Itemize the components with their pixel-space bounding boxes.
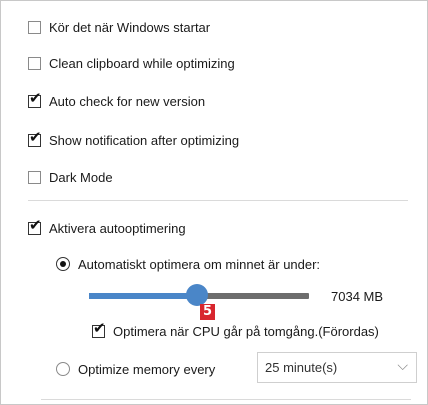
option-run-on-startup[interactable]: Kör det när Windows startar bbox=[28, 17, 210, 37]
auto-check-version-label: Auto check for new version bbox=[49, 93, 206, 109]
interval-radio[interactable] bbox=[56, 362, 70, 376]
clean-clipboard-checkbox[interactable] bbox=[28, 56, 41, 70]
slider-thumb[interactable] bbox=[186, 284, 208, 306]
auto-optimize-checkbox[interactable]: ✔ bbox=[28, 217, 42, 235]
checkmark-icon: ✔ bbox=[93, 318, 106, 337]
option-dark-mode[interactable]: Dark Mode bbox=[28, 167, 113, 187]
radio-dot-icon bbox=[60, 261, 66, 267]
cpu-idle-checkbox[interactable]: ✔ bbox=[92, 320, 106, 338]
checkmark-icon: ✔ bbox=[29, 88, 42, 107]
show-notification-checkbox[interactable]: ✔ bbox=[28, 129, 42, 147]
option-cpu-idle[interactable]: ✔ Optimera när CPU går på tomgång.(Föror… bbox=[92, 320, 379, 341]
run-on-startup-checkbox[interactable] bbox=[28, 20, 41, 34]
dark-mode-checkbox[interactable] bbox=[28, 170, 41, 184]
threshold-radio-label: Automatiskt optimera om minnet är under: bbox=[78, 256, 321, 272]
interval-select-value: 25 minute(s) bbox=[265, 360, 338, 375]
checkmark-icon: ✔ bbox=[29, 215, 42, 234]
option-clean-clipboard[interactable]: Clean clipboard while optimizing bbox=[28, 53, 235, 73]
cpu-idle-label: Optimera när CPU går på tomgång.(Förorda… bbox=[113, 323, 379, 339]
auto-check-version-checkbox[interactable]: ✔ bbox=[28, 90, 42, 108]
run-on-startup-label: Kör det när Windows startar bbox=[49, 19, 211, 35]
interval-select[interactable]: 25 minute(s) ⌵ bbox=[257, 352, 417, 383]
step-badge: 5 bbox=[200, 304, 215, 320]
option-auto-check-version[interactable]: ✔ Auto check for new version bbox=[28, 90, 206, 111]
clean-clipboard-label: Clean clipboard while optimizing bbox=[49, 55, 235, 71]
option-auto-optimize[interactable]: ✔ Aktivera autooptimering bbox=[28, 217, 186, 238]
option-show-notification[interactable]: ✔ Show notification after optimizing bbox=[28, 129, 240, 150]
interval-radio-label: Optimize memory every bbox=[78, 361, 216, 377]
show-notification-label: Show notification after optimizing bbox=[49, 132, 240, 148]
chevron-down-icon: ⌵ bbox=[397, 358, 408, 374]
memory-threshold-value: 7034 MB bbox=[331, 289, 384, 304]
bottom-divider bbox=[41, 399, 411, 400]
auto-optimize-label: Aktivera autooptimering bbox=[49, 220, 186, 236]
dark-mode-label: Dark Mode bbox=[49, 169, 113, 185]
slider-fill bbox=[89, 293, 197, 299]
threshold-radio[interactable] bbox=[56, 257, 70, 271]
option-interval-mode[interactable]: Optimize memory every bbox=[56, 359, 215, 379]
section-divider bbox=[28, 200, 408, 201]
checkmark-icon: ✔ bbox=[29, 127, 42, 146]
settings-panel: Kör det när Windows startar Clean clipbo… bbox=[0, 0, 428, 405]
option-threshold-mode[interactable]: Automatiskt optimera om minnet är under: bbox=[56, 254, 320, 274]
